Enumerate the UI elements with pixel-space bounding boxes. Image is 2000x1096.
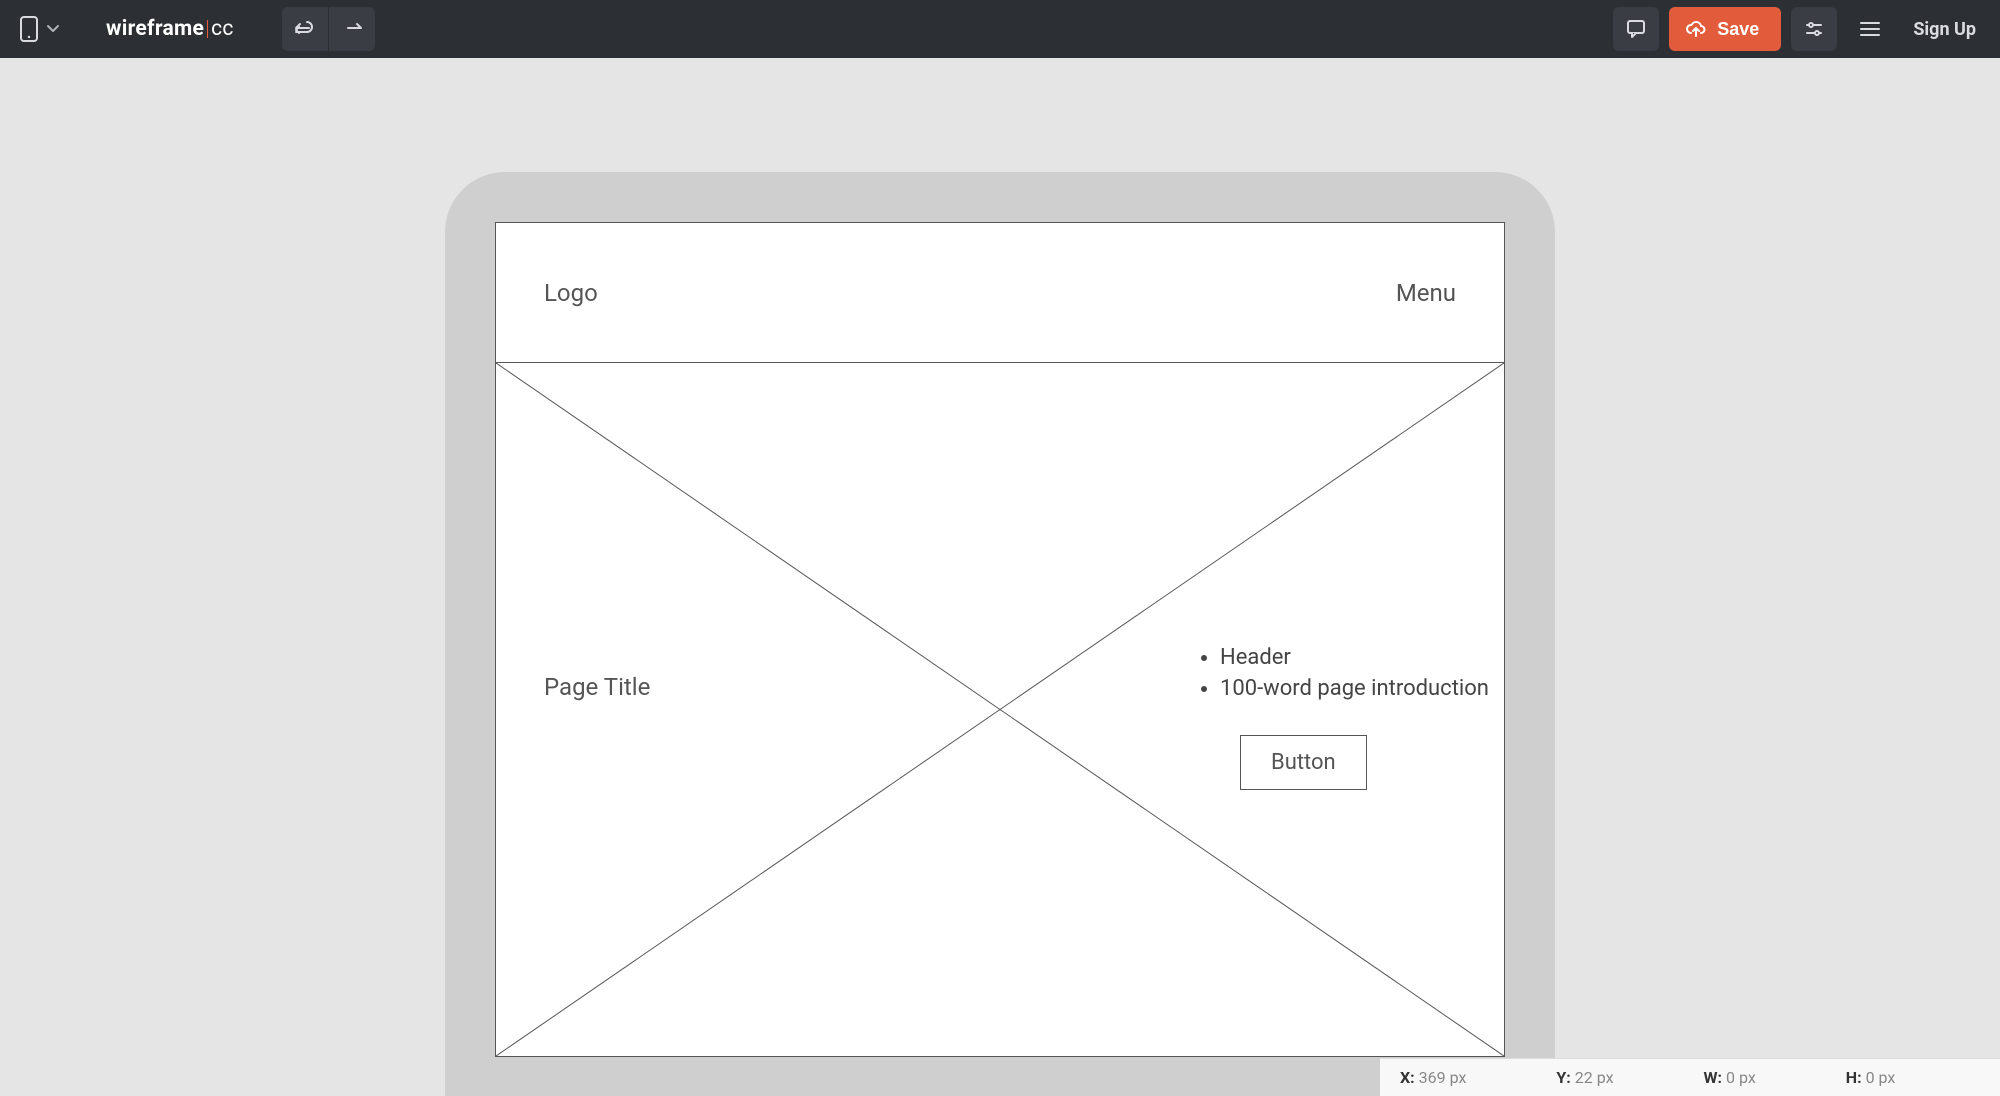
workspace[interactable]: Logo Menu Page Title Header 100-word pag… <box>0 58 2000 1096</box>
wireframe-bullet-list: Header 100-word page introduction <box>1196 643 1489 705</box>
history-buttons <box>282 7 375 51</box>
cloud-upload-icon <box>1685 19 1707 39</box>
wireframe-hero-section[interactable]: Page Title Header 100-word page introduc… <box>496 363 1504 1056</box>
status-bar: X: 369 px Y: 22 px W: 0 px H: 0 px <box>1380 1058 2000 1096</box>
comment-button[interactable] <box>1613 7 1659 51</box>
status-w: W: 0 px <box>1704 1068 1756 1087</box>
top-toolbar: wireframe|cc <box>0 0 2000 58</box>
tablet-icon <box>18 15 40 43</box>
chat-icon <box>1625 18 1647 40</box>
brand-logo[interactable]: wireframe|cc <box>106 17 234 41</box>
status-y: Y: 22 px <box>1556 1068 1613 1087</box>
redo-button[interactable] <box>329 7 375 51</box>
status-h: H: 0 px <box>1846 1068 1896 1087</box>
wireframe-menu-label: Menu <box>1396 279 1456 307</box>
toolbar-right-group: Save Sign Up <box>1613 7 1986 51</box>
redo-icon <box>341 18 363 40</box>
save-button[interactable]: Save <box>1669 7 1781 51</box>
settings-button[interactable] <box>1791 7 1837 51</box>
brand-pipe: | <box>205 17 210 41</box>
device-select-dropdown[interactable] <box>14 9 64 49</box>
wireframe-logo-label: Logo <box>544 279 598 307</box>
sliders-icon <box>1803 18 1825 40</box>
menu-button[interactable] <box>1847 7 1893 51</box>
wireframe-page-title: Page Title <box>544 673 650 701</box>
save-label: Save <box>1717 19 1759 40</box>
undo-button[interactable] <box>282 7 328 51</box>
wireframe-content-block: Header 100-word page introduction Button <box>1196 643 1489 790</box>
device-frame: Logo Menu Page Title Header 100-word pag… <box>445 172 1555 1096</box>
brand-part2: cc <box>211 17 234 41</box>
wireframe-canvas[interactable]: Logo Menu Page Title Header 100-word pag… <box>495 222 1505 1057</box>
undo-icon <box>294 18 316 40</box>
wireframe-button-element[interactable]: Button <box>1240 735 1367 790</box>
signup-link[interactable]: Sign Up <box>1913 19 1976 40</box>
status-x: X: 369 px <box>1400 1068 1466 1087</box>
list-item: 100-word page introduction <box>1220 674 1489 705</box>
wireframe-header-row[interactable]: Logo Menu <box>496 223 1504 363</box>
chevron-down-icon <box>46 24 60 34</box>
list-item: Header <box>1220 643 1489 674</box>
brand-part1: wireframe <box>106 17 204 41</box>
hamburger-icon <box>1858 18 1882 40</box>
